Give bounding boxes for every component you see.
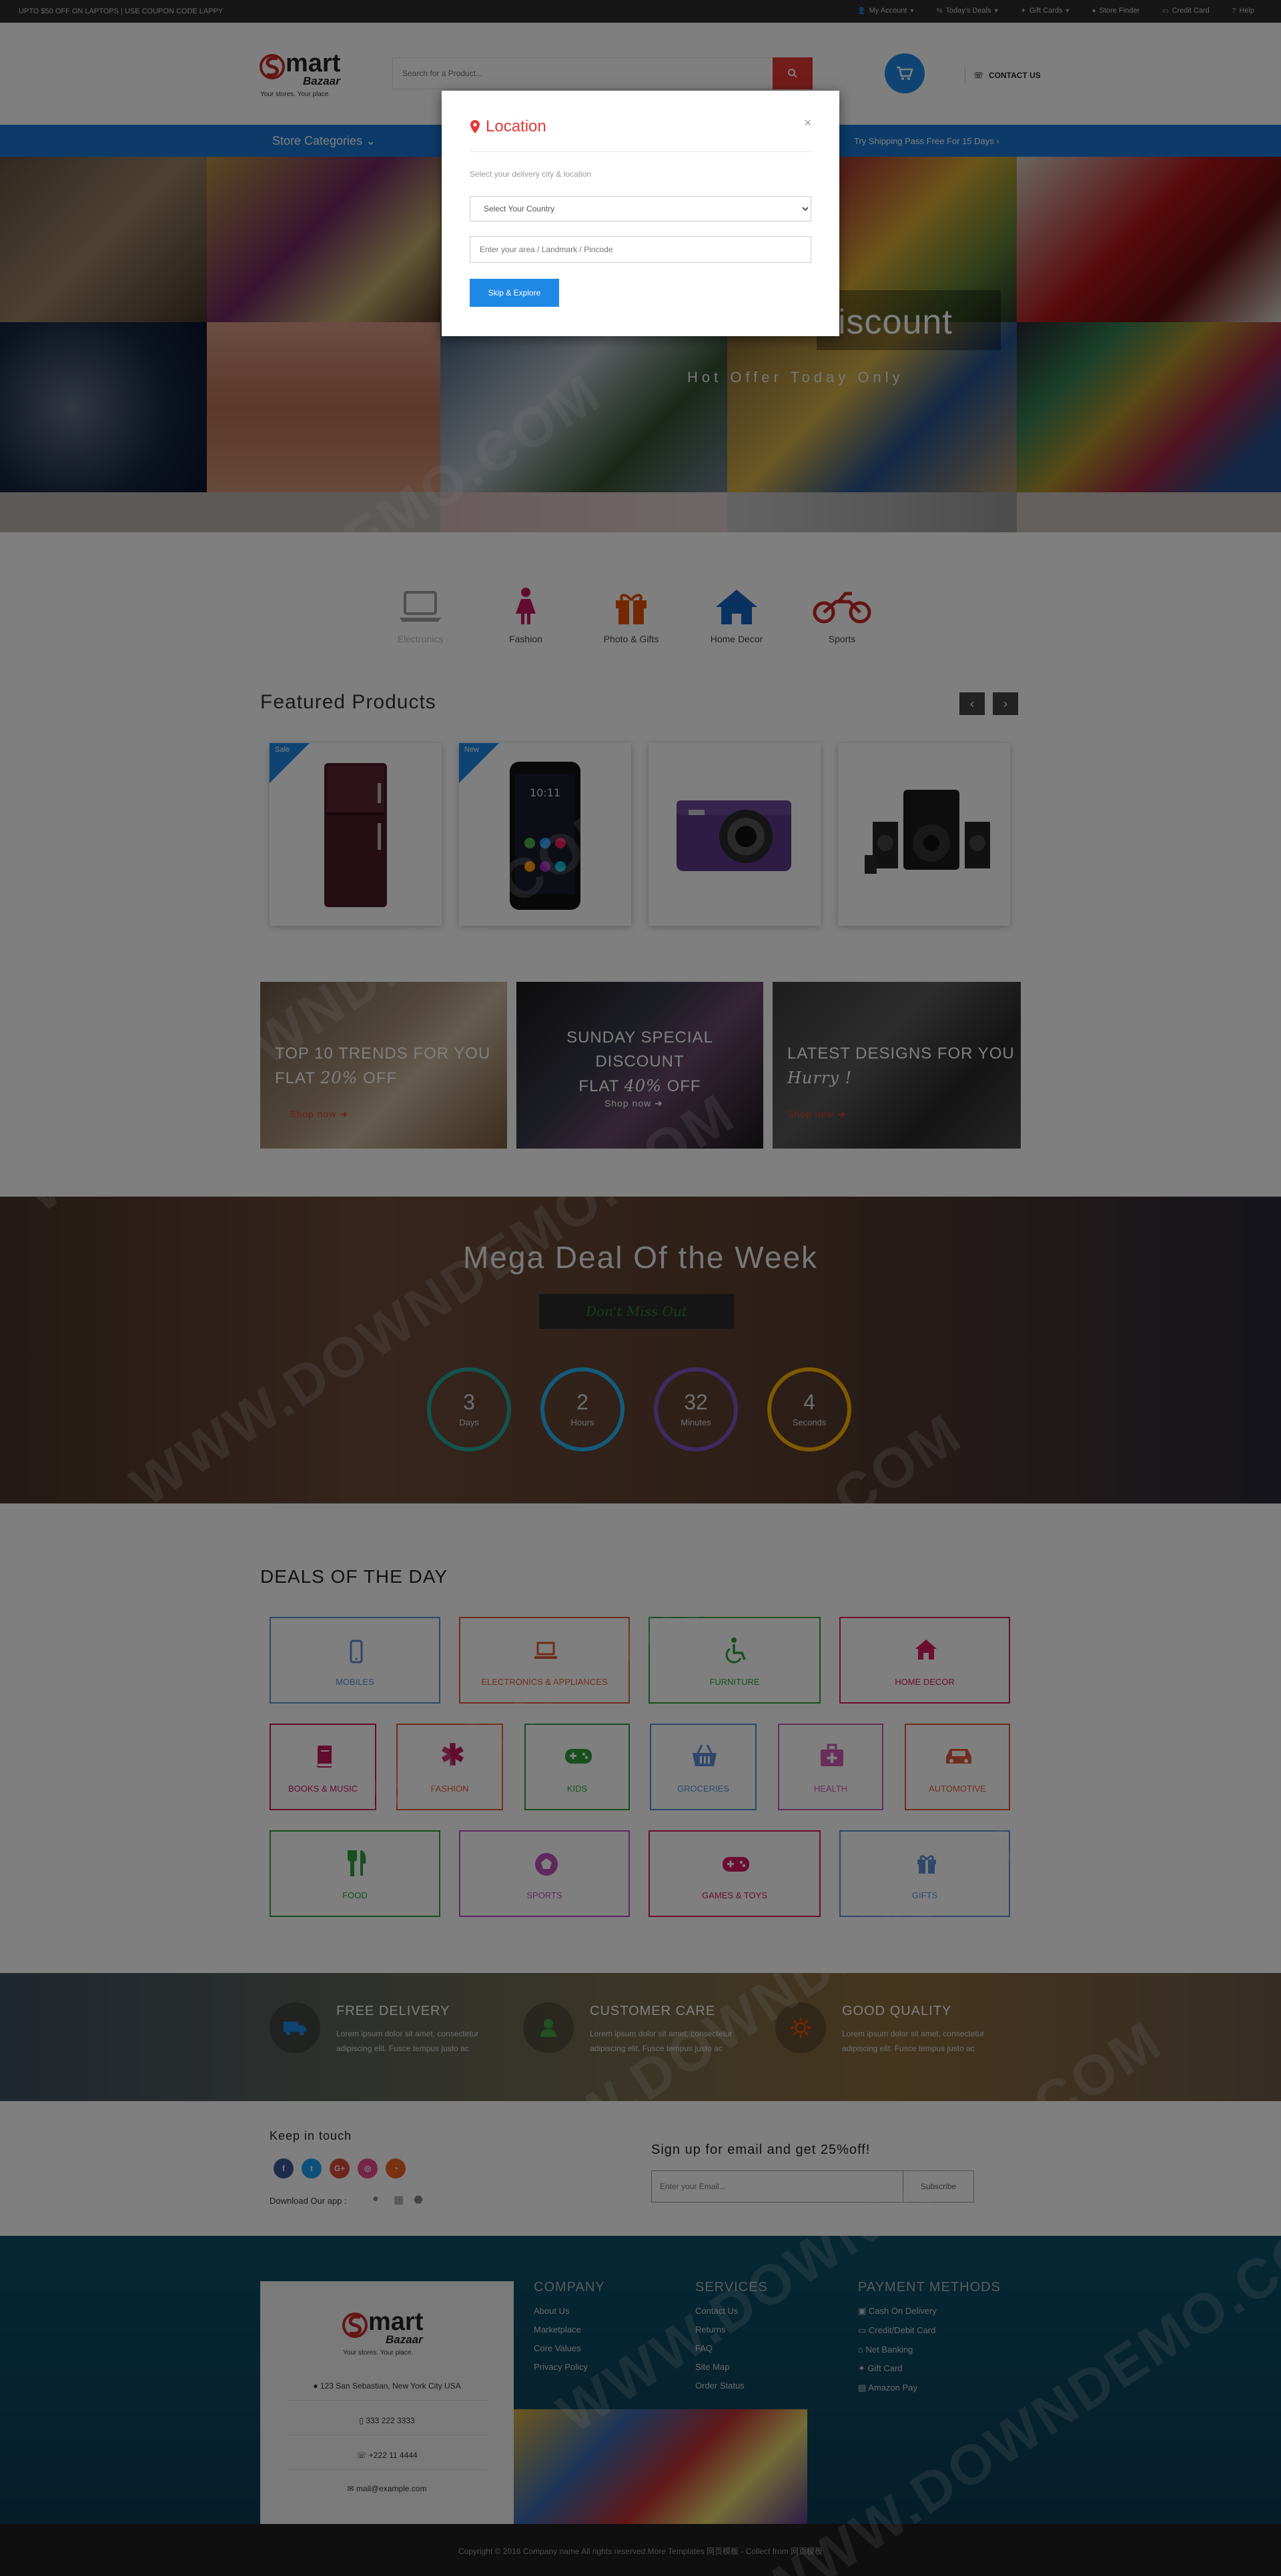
modal-backdrop[interactable]	[0, 0, 1281, 2576]
modal-title: Location	[470, 117, 546, 136]
modal-title-text: Location	[486, 117, 546, 135]
location-modal: Location × Select your delivery city & l…	[442, 91, 839, 336]
divider	[470, 151, 811, 152]
close-icon[interactable]: ×	[804, 116, 811, 130]
skip-explore-button[interactable]: Skip & Explore	[470, 279, 559, 307]
area-input[interactable]	[470, 236, 811, 263]
modal-hint: Select your delivery city & location	[470, 169, 592, 179]
map-marker-icon	[470, 120, 480, 133]
country-select[interactable]: Select Your Country	[470, 196, 811, 221]
